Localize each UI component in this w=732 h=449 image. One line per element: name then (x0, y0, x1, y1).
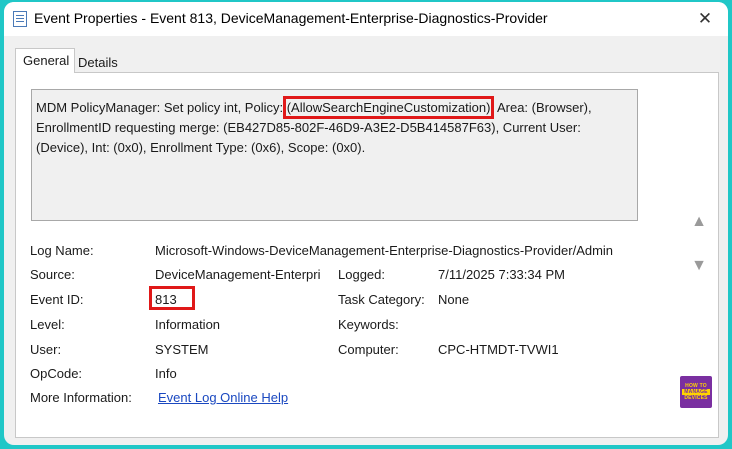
user-label: User: (30, 342, 62, 357)
event-viewer-icon (13, 11, 27, 27)
close-button[interactable]: ✕ (682, 2, 728, 36)
event-log-online-help-link[interactable]: Event Log Online Help (158, 390, 288, 405)
scroll-up-arrow-icon[interactable]: ▲ (688, 211, 710, 233)
window-title: Event Properties - Event 813, DeviceMana… (34, 10, 548, 26)
event-description: MDM PolicyManager: Set policy int, Polic… (34, 96, 636, 158)
keywords-label: Keywords: (338, 317, 399, 332)
source-label: Source: (30, 267, 75, 282)
logged-label: Logged: (338, 267, 385, 282)
highlighted-policy-name: (AllowSearchEngineCustomization) (282, 96, 495, 119)
how-to-manage-devices-logo: HOW TO MANAGE DEVICES (680, 376, 712, 408)
title-bar: Event Properties - Event 813, DeviceMana… (4, 2, 728, 36)
opcode-value: Info (155, 366, 177, 381)
general-panel: MDM PolicyManager: Set policy int, Polic… (15, 72, 719, 438)
more-information-label: More Information: (30, 390, 132, 405)
level-label: Level: (30, 317, 65, 332)
log-name-label: Log Name: (30, 243, 94, 258)
description-text-start: MDM PolicyManager: Set policy int, Polic… (36, 100, 287, 115)
event-properties-window: Event Properties - Event 813, DeviceMana… (4, 2, 728, 445)
tab-general[interactable]: General (15, 48, 75, 73)
event-id-label: Event ID: (30, 292, 84, 307)
logged-value: 7/11/2025 7:33:34 PM (438, 267, 565, 282)
opcode-label: OpCode: (30, 366, 83, 381)
level-value: Information (155, 317, 221, 332)
event-description-box[interactable]: MDM PolicyManager: Set policy int, Polic… (31, 89, 638, 221)
scroll-down-arrow-icon[interactable]: ▼ (688, 255, 710, 277)
log-name-value: Microsoft-Windows-DeviceManagement-Enter… (155, 243, 614, 258)
task-category-value: None (438, 292, 470, 307)
task-category-label: Task Category: (338, 292, 425, 307)
computer-value: CPC-HTMDT-TVWI1 (438, 342, 559, 357)
user-value: SYSTEM (155, 342, 209, 357)
source-value: DeviceManagement-Enterpri (155, 267, 321, 282)
computer-label: Computer: (338, 342, 399, 357)
logo-line-3: DEVICES (684, 395, 708, 401)
event-id-value: 813 (155, 292, 177, 307)
